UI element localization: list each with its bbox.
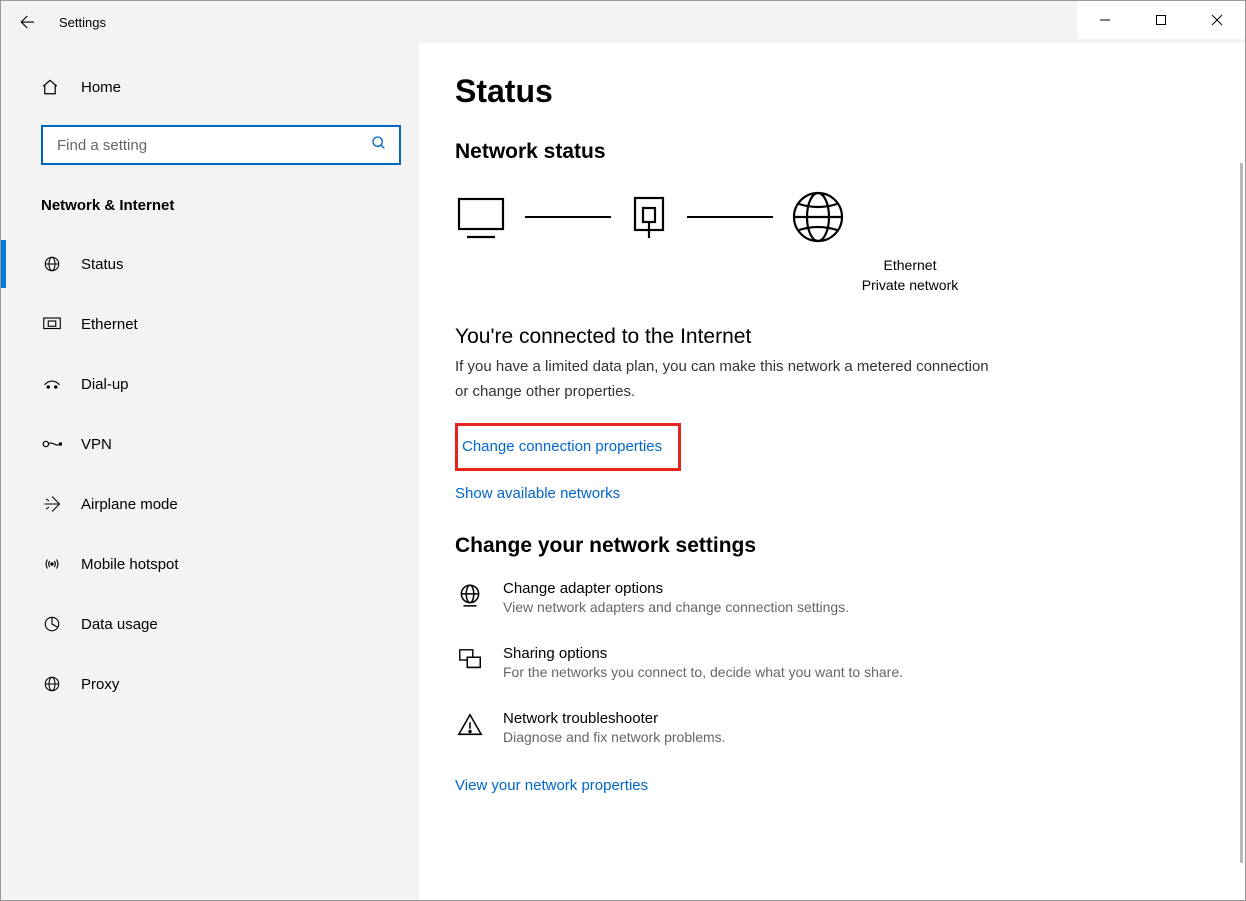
sidebar-item-dialup[interactable]: Dial-up (1, 354, 419, 414)
search-input-wrap (41, 125, 401, 165)
setting-sub: For the networks you connect to, decide … (503, 664, 1217, 680)
sidebar-item-proxy[interactable]: Proxy (1, 654, 419, 714)
adapter-icon (455, 580, 485, 608)
sidebar-home-label: Home (65, 79, 121, 96)
sidebar-item-label: Airplane mode (63, 496, 178, 513)
connected-heading: You're connected to the Internet (455, 325, 1217, 349)
hotspot-icon (41, 556, 63, 572)
home-icon (41, 78, 65, 96)
setting-sharing-options[interactable]: Sharing options For the networks you con… (455, 645, 1217, 680)
sharing-icon (455, 645, 485, 673)
setting-adapter-options[interactable]: Change adapter options View network adap… (455, 580, 1217, 615)
world-icon (791, 190, 845, 244)
view-network-properties-link[interactable]: View your network properties (455, 775, 648, 798)
setting-sub: View network adapters and change connect… (503, 599, 1217, 615)
minimize-icon (1099, 14, 1111, 26)
sidebar-item-datausage[interactable]: Data usage (1, 594, 419, 654)
setting-title: Change adapter options (503, 580, 1217, 597)
search-input[interactable] (41, 125, 401, 165)
proxy-icon (41, 675, 63, 693)
maximize-icon (1155, 14, 1167, 26)
sidebar-item-label: VPN (63, 436, 112, 453)
change-connection-properties-link[interactable]: Change connection properties (462, 436, 662, 459)
sidebar-category: Network & Internet (1, 183, 419, 234)
main-content: Status Network status Ethernet Private n… (419, 43, 1245, 900)
diagram-labels: Ethernet Private network (603, 256, 1217, 295)
sidebar-item-label: Ethernet (63, 316, 138, 333)
titlebar: Settings (1, 1, 1245, 43)
window-controls (1077, 1, 1245, 39)
sidebar-item-airplane[interactable]: Airplane mode (1, 474, 419, 534)
network-type-label: Private network (603, 276, 1217, 296)
ethernet-icon (41, 317, 63, 331)
diagram-line (687, 216, 773, 218)
setting-troubleshooter[interactable]: Network troubleshooter Diagnose and fix … (455, 710, 1217, 745)
back-button[interactable] (1, 1, 49, 43)
setting-title: Sharing options (503, 645, 1217, 662)
show-available-networks-link[interactable]: Show available networks (455, 483, 620, 506)
window-body: Home Network & Internet Status Ethern (1, 43, 1245, 900)
sidebar-item-label: Dial-up (63, 376, 129, 393)
vertical-scrollbar[interactable] (1240, 163, 1243, 863)
sidebar-item-label: Data usage (63, 616, 158, 633)
router-icon (629, 194, 669, 240)
sidebar-item-hotspot[interactable]: Mobile hotspot (1, 534, 419, 594)
highlight-annotation: Change connection properties (455, 423, 681, 472)
diagram-line (525, 216, 611, 218)
troubleshooter-icon (455, 710, 485, 738)
setting-title: Network troubleshooter (503, 710, 1217, 727)
page-title: Status (455, 73, 1217, 110)
sidebar-home[interactable]: Home (1, 63, 419, 111)
back-arrow-icon (16, 13, 34, 31)
vpn-icon (41, 437, 63, 451)
maximize-button[interactable] (1133, 1, 1189, 39)
setting-sub: Diagnose and fix network problems. (503, 729, 1217, 745)
sidebar: Home Network & Internet Status Ethern (1, 43, 419, 900)
close-icon (1211, 14, 1223, 26)
connected-desc: If you have a limited data plan, you can… (455, 355, 995, 405)
sidebar-item-label: Proxy (63, 676, 119, 693)
connection-label: Ethernet (603, 256, 1217, 276)
window-title: Settings (49, 15, 106, 30)
computer-icon (455, 195, 507, 239)
close-button[interactable] (1189, 1, 1245, 39)
sidebar-item-ethernet[interactable]: Ethernet (1, 294, 419, 354)
sidebar-item-vpn[interactable]: VPN (1, 414, 419, 474)
sidebar-item-status[interactable]: Status (1, 234, 419, 294)
settings-window: Settings Home (0, 0, 1246, 901)
globe-icon (41, 255, 63, 273)
sidebar-item-label: Mobile hotspot (63, 556, 179, 573)
network-status-heading: Network status (455, 140, 1217, 164)
network-diagram (455, 184, 1217, 252)
minimize-button[interactable] (1077, 1, 1133, 39)
airplane-icon (41, 495, 63, 513)
change-settings-heading: Change your network settings (455, 534, 1217, 558)
dialup-icon (41, 377, 63, 391)
sidebar-item-label: Status (63, 256, 124, 273)
datausage-icon (41, 615, 63, 633)
